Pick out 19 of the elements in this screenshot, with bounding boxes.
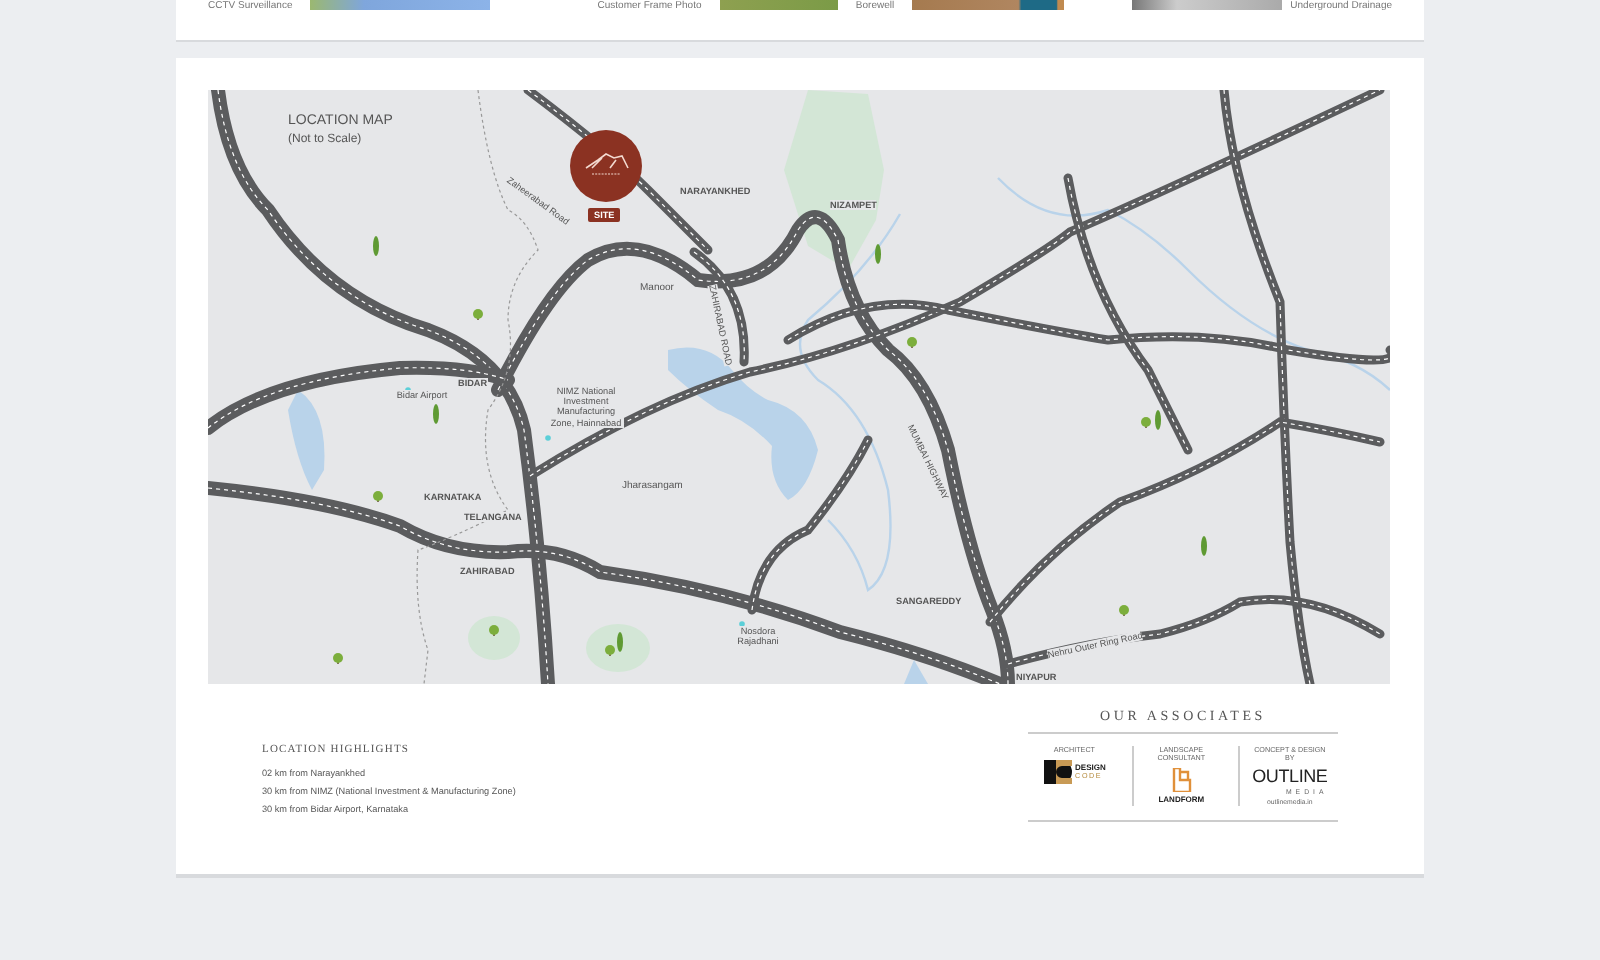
logo-name: OUTLINE — [1252, 768, 1328, 786]
tree-icon — [1155, 410, 1161, 430]
tree-icon — [1141, 417, 1151, 428]
photo-placeholder — [719, 0, 838, 10]
tree-icon — [373, 236, 379, 256]
tree-icon — [473, 309, 483, 320]
logo-icon — [1043, 760, 1072, 784]
tree-icon — [1119, 605, 1129, 616]
tree-icon — [333, 653, 343, 664]
tree-icon — [489, 625, 499, 636]
logo-icon — [1171, 768, 1192, 792]
location-dot — [739, 621, 745, 627]
location-dot — [545, 435, 551, 441]
tree-icon — [433, 404, 439, 424]
tree-icon — [373, 491, 383, 502]
tree-icon — [907, 337, 917, 348]
tree-icon — [1201, 536, 1207, 556]
site-logo-icon — [570, 130, 642, 202]
tree-icon — [875, 244, 881, 264]
